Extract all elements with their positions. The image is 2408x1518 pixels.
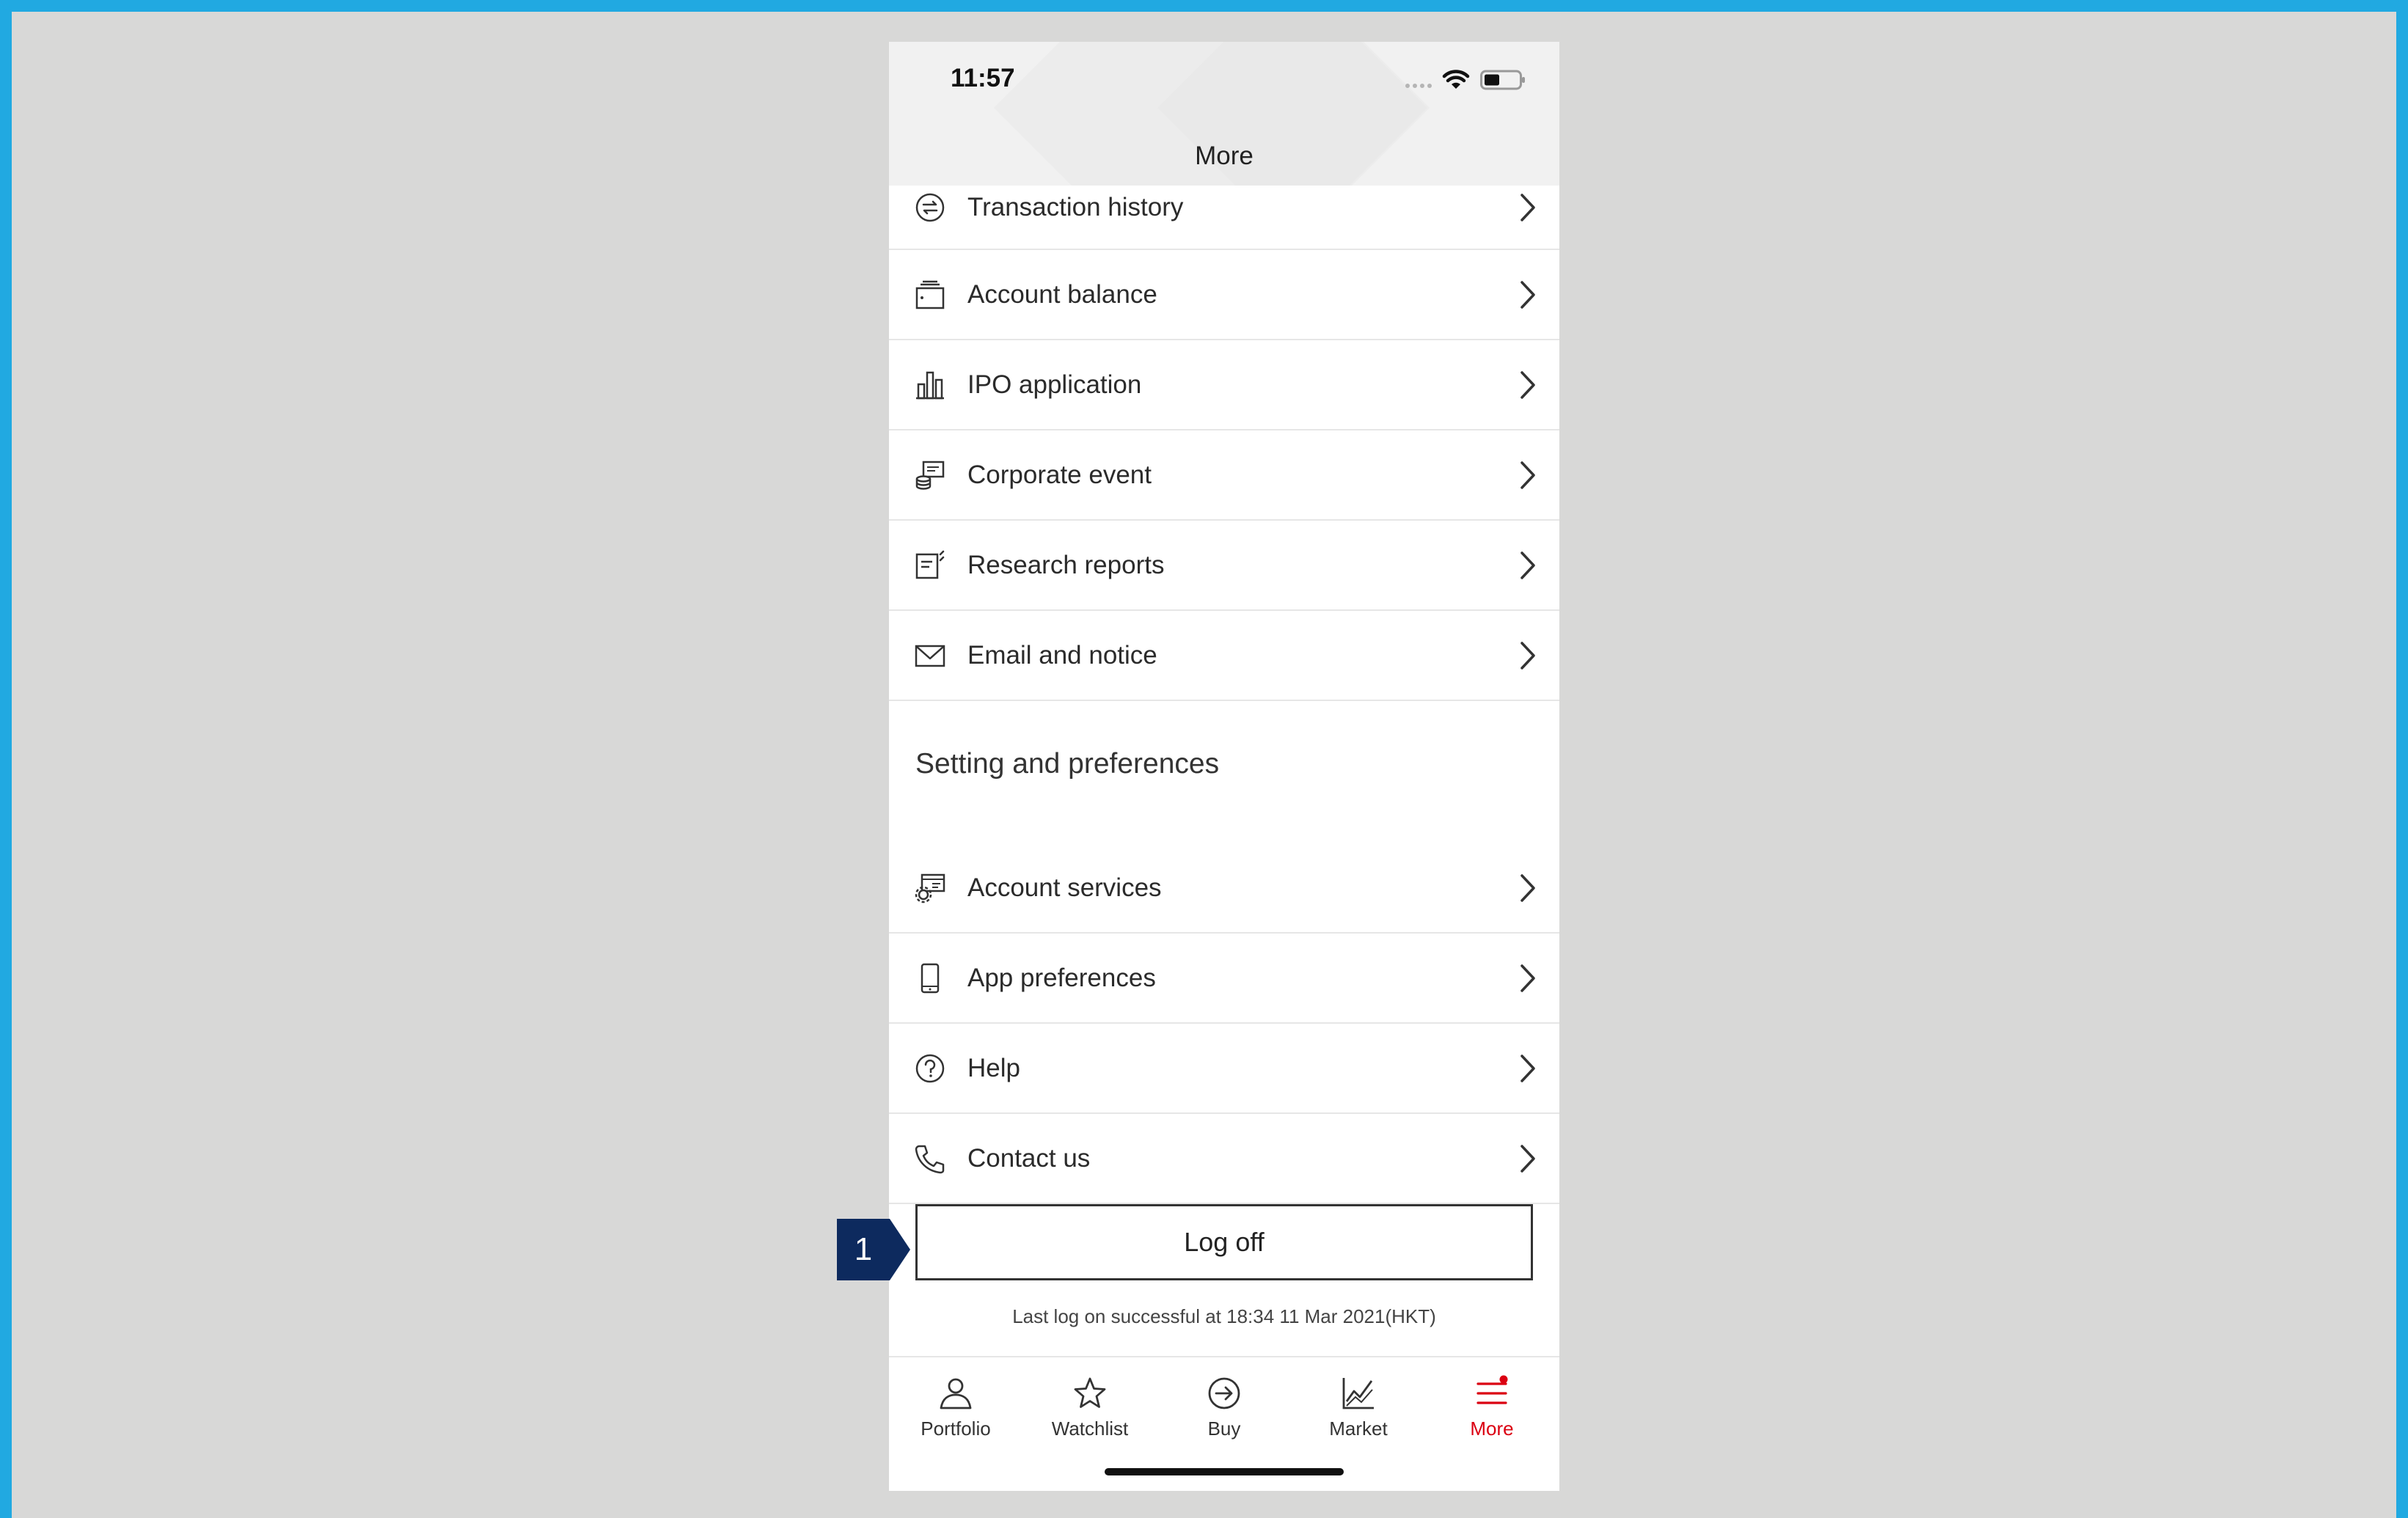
wifi-icon	[1442, 70, 1470, 89]
menu-item-email-and-notice[interactable]: Email and notice	[889, 611, 1559, 701]
chevron-right-icon	[1520, 641, 1535, 670]
tab-label: More	[1470, 1418, 1514, 1440]
battery-icon	[1480, 70, 1525, 90]
menu-item-account-balance[interactable]: Account balance	[889, 250, 1559, 340]
menu-item-transaction-history[interactable]: Transaction history	[889, 186, 1559, 250]
section-title-settings: Setting and preferences	[915, 748, 1220, 780]
chevron-right-icon	[1520, 194, 1535, 221]
menu-item-label: Help	[967, 1053, 1020, 1082]
chevron-right-icon	[1520, 1144, 1535, 1173]
menu-item-corporate-event[interactable]: Corporate event	[889, 430, 1559, 521]
menu-item-contact-us[interactable]: Contact us	[889, 1114, 1559, 1204]
line-chart-icon	[1342, 1378, 1374, 1409]
transfer-icon	[915, 193, 945, 222]
last-log-on-text: Last log on successful at 18:34 11 Mar 2…	[1012, 1305, 1436, 1327]
menu-item-label: Email and notice	[967, 640, 1157, 670]
menu-item-ipo-application[interactable]: IPO application	[889, 340, 1559, 430]
menu-item-research-reports[interactable]: Research reports	[889, 521, 1559, 611]
chevron-right-icon	[1520, 873, 1535, 902]
user-icon	[940, 1378, 972, 1409]
menu-item-help[interactable]: Help	[889, 1024, 1559, 1114]
menu-item-label: Research reports	[967, 550, 1165, 579]
star-icon	[1074, 1377, 1106, 1408]
wallet-icon	[915, 280, 945, 309]
menu-item-label: Contact us	[967, 1143, 1091, 1173]
log-off-button[interactable]: Log off	[915, 1204, 1533, 1280]
menu-item-app-preferences[interactable]: App preferences	[889, 934, 1559, 1024]
page-title: More	[1195, 142, 1254, 170]
status-icons	[1405, 65, 1526, 95]
menu-item-label: Account services	[967, 873, 1162, 902]
home-indicator	[1105, 1468, 1344, 1475]
coins-icon	[915, 461, 945, 490]
menu-icon	[1476, 1375, 1508, 1404]
menu-item-label: Transaction history	[967, 193, 1184, 222]
chevron-right-icon	[1520, 551, 1535, 579]
tab-portfolio[interactable]: Portfolio	[901, 1366, 1011, 1447]
callout-number: 1	[854, 1231, 873, 1267]
account-settings-icon	[915, 873, 945, 903]
tab-label: Portfolio	[921, 1418, 991, 1440]
question-circle-icon	[915, 1054, 945, 1082]
envelope-icon	[915, 645, 945, 667]
chevron-right-icon	[1520, 964, 1535, 992]
tab-label: Buy	[1207, 1418, 1241, 1440]
tab-label: Market	[1329, 1418, 1388, 1440]
chevron-right-icon	[1520, 1054, 1535, 1082]
mobile-phone-icon	[921, 963, 940, 993]
bar-chart-icon	[916, 371, 944, 399]
menu-item-label: Account balance	[967, 279, 1157, 309]
chevron-right-icon	[1520, 280, 1535, 309]
phone-icon	[915, 1145, 945, 1173]
chevron-right-icon	[1520, 370, 1535, 399]
phone-screen: 11:57 More Transaction history Account b…	[889, 42, 1559, 1491]
menu-item-label: App preferences	[967, 963, 1156, 992]
tab-more[interactable]: More	[1437, 1366, 1547, 1447]
menu-item-account-services[interactable]: Account services	[889, 843, 1559, 934]
tab-watchlist[interactable]: Watchlist	[1035, 1366, 1145, 1447]
report-icon	[915, 550, 945, 579]
tab-label: Watchlist	[1051, 1418, 1129, 1440]
menu-item-label: Corporate event	[967, 460, 1152, 489]
chevron-right-icon	[1520, 461, 1535, 489]
top-bar: 11:57 More	[889, 42, 1559, 186]
signal-icon	[1405, 84, 1432, 88]
tab-buy[interactable]: Buy	[1169, 1366, 1279, 1447]
menu-item-label: IPO application	[967, 370, 1142, 399]
arrow-circle-icon	[1208, 1377, 1240, 1409]
tab-market[interactable]: Market	[1303, 1366, 1413, 1447]
status-time: 11:57	[951, 64, 1015, 92]
